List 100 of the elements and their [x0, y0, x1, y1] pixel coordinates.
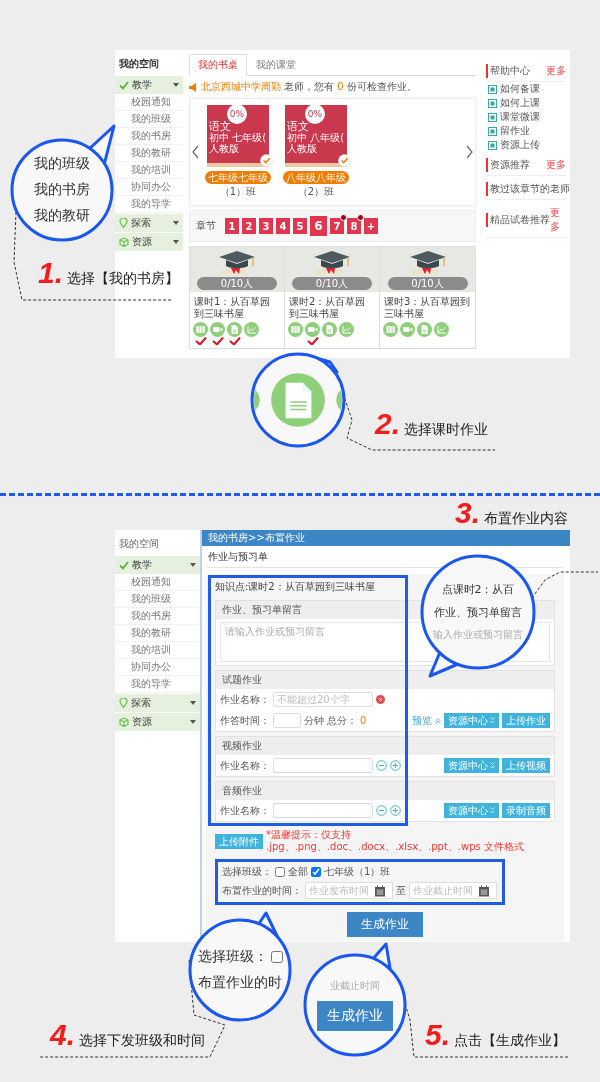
document-icon[interactable]	[417, 322, 432, 337]
menu-group[interactable]: 教学	[115, 556, 200, 574]
menu-item[interactable]: 协同办公	[115, 659, 200, 676]
menu-group[interactable]: 资源	[115, 713, 200, 731]
help-link[interactable]: 课堂微课	[500, 110, 540, 124]
chapter-tab[interactable]: 2	[242, 218, 256, 234]
menu-item[interactable]: 我的教研	[115, 625, 200, 642]
caret-icon	[173, 83, 179, 87]
menu-group[interactable]: 教学	[115, 76, 183, 94]
time-field[interactable]	[273, 713, 301, 728]
menu-item[interactable]: 协同办公	[115, 179, 183, 196]
menu-item[interactable]: 我的班级	[115, 111, 183, 128]
chart-icon[interactable]	[244, 322, 259, 337]
menu-group[interactable]: 探索	[115, 214, 183, 232]
chapter-tab[interactable]: 6	[310, 216, 327, 236]
tab[interactable]: 我的课堂	[247, 54, 305, 76]
video-camera-icon[interactable]	[400, 322, 415, 337]
class-name: （2）班	[297, 185, 335, 199]
step-number: 2.	[375, 409, 401, 439]
notice-text: 北京西城中学周勤 老师，您有 0 份可检查作业。	[201, 80, 417, 94]
lesson-title: 课时1：从百草园到三味书屋	[193, 295, 272, 321]
generate-button[interactable]: 生成作业	[317, 1001, 393, 1031]
field-label: 选择班级：	[222, 865, 272, 879]
class-tag: 八年级八年级	[283, 171, 349, 184]
chart-icon[interactable]	[434, 322, 449, 337]
chapter-tab[interactable]: 5	[293, 218, 307, 234]
video-camera-icon[interactable]	[210, 322, 225, 337]
date-field[interactable]: 作业截止时间	[409, 882, 497, 899]
leader-line	[531, 571, 599, 599]
checkbox[interactable]	[270, 951, 283, 963]
tab[interactable]: 我的书桌	[189, 54, 247, 76]
help-link[interactable]: 留作业	[500, 124, 530, 138]
error-icon	[376, 695, 385, 704]
magnified-text: 作业、预习单留言	[434, 605, 522, 620]
progress-pill: 0/10人	[387, 277, 468, 290]
more-link[interactable]: 更多	[546, 158, 566, 172]
book-subject: 语文	[209, 121, 231, 132]
menu-item[interactable]: 我的班级	[115, 591, 200, 608]
magnified-text: 我的教研	[34, 207, 90, 225]
chapter-tab[interactable]: 4	[276, 218, 290, 234]
document-icon[interactable]	[227, 322, 242, 337]
chapter-tab[interactable]: 3	[259, 218, 273, 234]
progress-pill: 0/10人	[292, 277, 372, 290]
menu-item[interactable]: 我的书房	[115, 128, 183, 145]
chapter-tab[interactable]: +	[364, 218, 378, 234]
menu-item[interactable]: 我的培训	[115, 642, 200, 659]
help-link[interactable]: 如何上课	[500, 96, 540, 110]
list-icon	[488, 84, 497, 94]
next-button[interactable]	[466, 145, 473, 159]
menu-item[interactable]: 我的书房	[115, 608, 200, 625]
name-field[interactable]	[273, 758, 373, 773]
section-title: 教过该章节的老师	[486, 182, 570, 196]
menu-group[interactable]: 资源	[115, 233, 183, 251]
step-number: 3.	[455, 498, 481, 528]
caret-icon	[190, 563, 196, 567]
magnified-text: 我的书房	[34, 181, 90, 199]
name-field[interactable]	[273, 803, 373, 818]
option-label: 七年级（1）班	[324, 865, 391, 879]
more-link[interactable]: 更多	[546, 64, 566, 78]
books-icon[interactable]	[288, 322, 303, 337]
books-icon[interactable]	[193, 322, 208, 337]
help-link[interactable]: 如何备课	[500, 82, 540, 96]
step-text: 布置作业内容	[484, 510, 569, 528]
date-field[interactable]: 作业发布时间	[305, 882, 393, 899]
double-caret-icon	[490, 807, 495, 814]
document-icon[interactable]	[322, 322, 337, 337]
magnified-hint: 输入作业或预习留言	[433, 628, 523, 642]
menu-item[interactable]: 我的教研	[115, 145, 183, 162]
minus-icon[interactable]	[376, 805, 387, 816]
field-label: 作业名称：	[220, 803, 270, 818]
plus-icon[interactable]	[390, 805, 401, 816]
caret-icon	[173, 240, 179, 244]
class-tag: 七年级七年级	[205, 171, 271, 184]
percent-badge: 0%	[305, 104, 325, 124]
checkbox[interactable]	[275, 867, 285, 877]
menu-item[interactable]: 校园通知	[115, 574, 200, 591]
preview-link[interactable]: 预览	[412, 713, 432, 728]
minus-icon[interactable]	[376, 760, 387, 771]
video-camera-icon[interactable]	[305, 322, 320, 337]
menu-group[interactable]: 探索	[115, 694, 200, 712]
chapter-tab[interactable]: 1	[225, 218, 239, 234]
checkbox[interactable]	[311, 867, 321, 877]
generate-button[interactable]: 生成作业	[347, 912, 423, 937]
double-caret-icon	[490, 717, 495, 724]
menu-item[interactable]: 校园通知	[115, 94, 183, 111]
plus-icon[interactable]	[390, 760, 401, 771]
lesson-title: 课时3：从百草园到三味书屋	[383, 295, 472, 321]
menu-item[interactable]: 我的导学	[115, 676, 200, 693]
chart-icon[interactable]	[339, 322, 354, 337]
option-label: 全部	[288, 865, 308, 879]
more-link[interactable]: 更多	[550, 206, 566, 234]
score-value: 0	[360, 715, 367, 726]
percent-badge: 0%	[227, 104, 247, 124]
calendar-icon	[478, 884, 490, 897]
previous-button[interactable]	[192, 145, 199, 159]
list-icon	[488, 98, 497, 108]
help-link[interactable]: 资源上传	[500, 138, 540, 152]
menu-item[interactable]: 我的导学	[115, 196, 183, 213]
books-icon[interactable]	[383, 322, 398, 337]
menu-item[interactable]: 我的培训	[115, 162, 183, 179]
